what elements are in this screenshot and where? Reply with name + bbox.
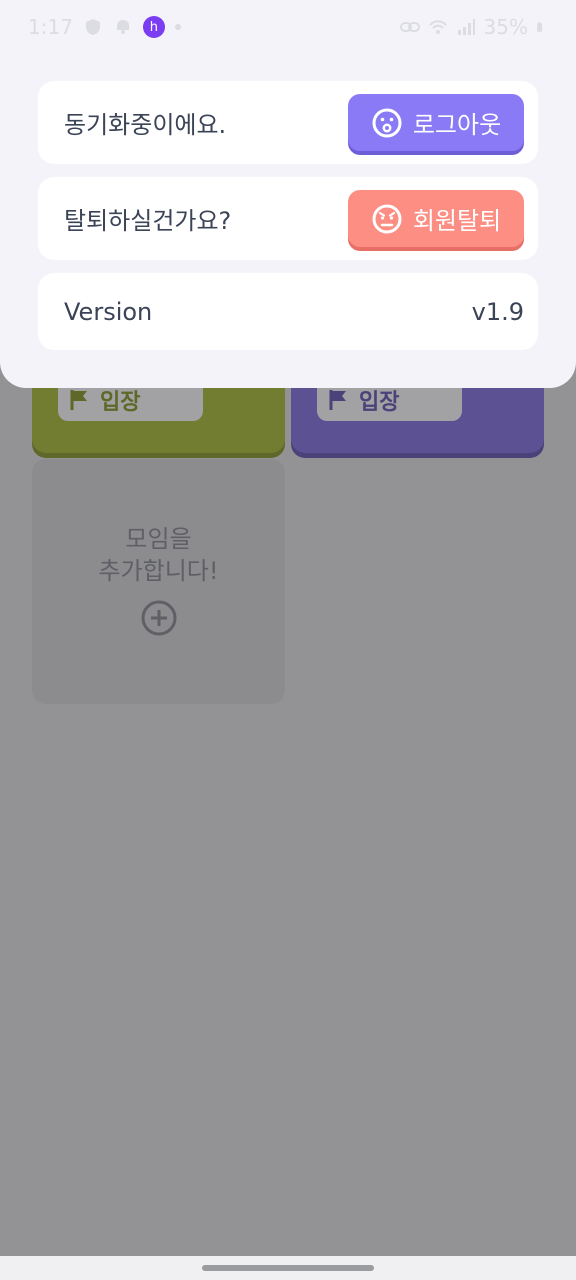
status-time: 1:17: [28, 15, 73, 39]
battery-icon: [537, 22, 542, 32]
settings-sheet: 동기화중이에요. 로그아웃 탈퇴하실건가요? 회원탈퇴 Version v1.9: [0, 0, 576, 388]
home-indicator[interactable]: [202, 1265, 374, 1271]
withdraw-row: 탈퇴하실건가요? 회원탈퇴: [38, 177, 538, 260]
plus-circle-icon: [141, 600, 176, 636]
logout-label: 로그아웃: [412, 111, 502, 139]
battery-percent: 35%: [483, 15, 528, 39]
version-row: Version v1.9: [38, 273, 538, 350]
add-group-line1: 모임을: [125, 525, 192, 553]
version-label: Version: [64, 297, 153, 326]
flag-icon: [70, 389, 90, 411]
navigation-bar: [0, 1256, 576, 1280]
add-group-line2: 추가합니다!: [98, 557, 219, 585]
add-group-card[interactable]: 모임을 추가합니다!: [32, 459, 285, 704]
add-group-text: 모임을 추가합니다!: [98, 523, 218, 587]
logout-button[interactable]: 로그아웃: [348, 94, 524, 151]
withdraw-button-label: 회원탈퇴: [412, 207, 502, 235]
signal-icon: [457, 19, 475, 35]
withdraw-button[interactable]: 회원탈퇴: [348, 190, 524, 247]
more-notifications-dot: [174, 24, 181, 30]
sync-row: 동기화중이에요. 로그아웃: [38, 81, 538, 164]
flag-icon: [329, 389, 349, 411]
link-icon: [399, 22, 420, 32]
enter-label: 입장: [100, 389, 141, 415]
enter-label: 입장: [359, 389, 400, 415]
angry-face-icon: [372, 204, 402, 233]
surprised-face-icon: [372, 108, 402, 137]
withdraw-label: 탈퇴하실건가요?: [64, 207, 232, 235]
sync-label: 동기화중이에요.: [64, 111, 227, 139]
shield-icon: [85, 19, 100, 35]
version-value: v1.9: [471, 297, 524, 326]
notification-icon: [116, 20, 129, 34]
status-bar: 1:17 h 35%: [0, 0, 576, 54]
app-badge: h: [142, 16, 165, 38]
wifi-icon: [428, 20, 447, 34]
